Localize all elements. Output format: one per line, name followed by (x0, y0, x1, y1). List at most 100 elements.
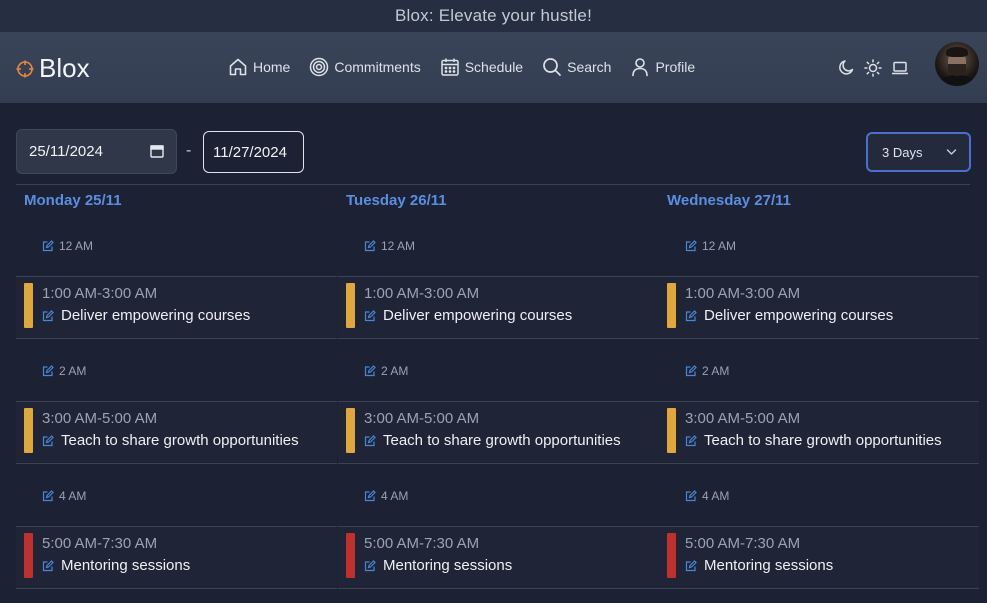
event-color-bar (346, 283, 355, 328)
nav-home[interactable]: Home (228, 54, 290, 80)
event-time: 5:00 AM-7:30 AM (42, 535, 158, 552)
event-title: Deliver empowering courses (704, 307, 894, 324)
schedule-event[interactable]: 1:00 AM-3:00 AM Deliver empowering cours… (659, 276, 979, 339)
end-date-input[interactable]: 11/27/2024 (203, 131, 304, 173)
schedule-event[interactable]: 1:00 AM-3:00 AM Deliver empowering cours… (338, 276, 659, 339)
time-slot[interactable]: 4 AM (42, 489, 86, 503)
time-slot[interactable]: 2 AM (42, 364, 86, 378)
nav-profile-label: Profile (655, 59, 696, 75)
user-avatar[interactable] (935, 42, 979, 86)
event-time: 3:00 AM-5:00 AM (42, 410, 158, 427)
event-time: 1:00 AM-3:00 AM (42, 285, 158, 302)
time-slot[interactable]: 2 AM (364, 364, 408, 378)
edit-icon (364, 240, 376, 252)
date-range-separator: - (186, 142, 192, 159)
search-icon (543, 58, 561, 76)
edit-icon[interactable] (364, 309, 376, 322)
calendar-divider (16, 184, 970, 185)
schedule-event[interactable]: 3:00 AM-5:00 AM Teach to share growth op… (659, 401, 979, 464)
main-nav: Home Commitments Schedule Search Profile (228, 54, 695, 80)
schedule-event[interactable]: 1:00 AM-3:00 AM Deliver empowering cours… (16, 276, 337, 339)
brand-name: Blox (39, 53, 90, 83)
event-time: 1:00 AM-3:00 AM (364, 285, 480, 302)
sun-icon[interactable] (864, 59, 882, 77)
schedule-event[interactable]: 3:00 AM-5:00 AM Teach to share growth op… (16, 401, 337, 464)
day-title: Tuesday 26/11 (346, 192, 447, 209)
event-time: 1:00 AM-3:00 AM (685, 285, 801, 302)
edit-icon[interactable] (685, 559, 697, 572)
moon-icon[interactable] (838, 59, 855, 76)
edit-icon (364, 490, 376, 502)
edit-icon[interactable] (42, 559, 54, 572)
edit-icon[interactable] (685, 434, 697, 447)
edit-icon[interactable] (42, 309, 54, 322)
nav-search-label: Search (567, 59, 612, 75)
home-icon (229, 58, 247, 76)
schedule-event[interactable]: 5:00 AM-7:30 AM Mentoring sessions (16, 526, 337, 589)
chevron-down-icon (946, 149, 957, 155)
event-title: Deliver empowering courses (61, 307, 251, 324)
schedule-event[interactable]: 3:00 AM-5:00 AM Teach to share growth op… (338, 401, 659, 464)
event-color-bar (667, 283, 676, 328)
event-color-bar (346, 408, 355, 453)
edit-icon[interactable] (42, 434, 54, 447)
time-slot[interactable]: 4 AM (364, 489, 408, 503)
time-slot[interactable]: 12 AM (364, 239, 415, 253)
time-slot-label: 4 AM (59, 489, 87, 503)
time-slot[interactable]: 12 AM (685, 239, 736, 253)
nav-commitments-label: Commitments (334, 59, 421, 75)
view-range-select[interactable]: 3 Days (866, 132, 971, 172)
event-title: Teach to share growth opportunities (704, 432, 942, 449)
nav-schedule-label: Schedule (464, 59, 524, 75)
time-slot-label: 2 AM (702, 364, 730, 378)
calendar-icon (440, 58, 459, 76)
time-slot-label: 12 AM (702, 239, 737, 253)
event-title: Mentoring sessions (61, 557, 191, 574)
brand-logo[interactable]: Blox (16, 53, 90, 84)
laptop-icon[interactable] (891, 60, 909, 76)
event-title: Teach to share growth opportunities (61, 432, 299, 449)
edit-icon (42, 490, 54, 502)
event-color-bar (667, 533, 676, 578)
day-title: Monday 25/11 (24, 192, 122, 209)
event-title: Teach to share growth opportunities (383, 432, 621, 449)
time-slot[interactable]: 12 AM (42, 239, 93, 253)
edit-icon (42, 240, 54, 252)
time-slot-label: 12 AM (59, 239, 94, 253)
event-color-bar (24, 283, 33, 328)
event-color-bar (346, 533, 355, 578)
event-color-bar (667, 408, 676, 453)
edit-icon[interactable] (364, 434, 376, 447)
event-time: 3:00 AM-5:00 AM (685, 410, 801, 427)
event-time: 3:00 AM-5:00 AM (364, 410, 480, 427)
navbar: Blox Home Commitments Schedule Search Pr… (0, 32, 987, 103)
event-title: Deliver empowering courses (383, 307, 573, 324)
nav-profile[interactable]: Profile (630, 54, 695, 80)
calendar-picker-icon[interactable] (150, 144, 164, 158)
start-date-input[interactable]: 25/11/2024 (16, 129, 177, 174)
nav-commitments[interactable]: Commitments (309, 54, 421, 80)
event-time: 5:00 AM-7:30 AM (364, 535, 480, 552)
time-slot[interactable]: 4 AM (685, 489, 729, 503)
end-date-value: 11/27/2024 (213, 143, 287, 161)
time-slot-label: 4 AM (702, 489, 730, 503)
nav-schedule[interactable]: Schedule (440, 54, 523, 80)
edit-icon (364, 365, 376, 377)
edit-icon[interactable] (685, 309, 697, 322)
edit-icon (685, 490, 697, 502)
edit-icon[interactable] (364, 559, 376, 572)
start-date-value: 25/11/2024 (29, 143, 103, 160)
schedule-event[interactable]: 5:00 AM-7:30 AM Mentoring sessions (659, 526, 979, 589)
edit-icon (42, 365, 54, 377)
app-banner: Blox: Elevate your hustle! (0, 0, 987, 32)
edit-icon (685, 240, 697, 252)
banner-text: Blox: Elevate your hustle! (394, 6, 593, 25)
nav-home-label: Home (253, 59, 291, 75)
time-slot-label: 4 AM (381, 489, 409, 503)
event-time: 5:00 AM-7:30 AM (685, 535, 801, 552)
schedule-event[interactable]: 5:00 AM-7:30 AM Mentoring sessions (338, 526, 659, 589)
time-slot[interactable]: 2 AM (685, 364, 729, 378)
crosshair-icon (16, 60, 34, 77)
nav-search[interactable]: Search (542, 54, 611, 80)
time-slot-label: 2 AM (59, 364, 87, 378)
